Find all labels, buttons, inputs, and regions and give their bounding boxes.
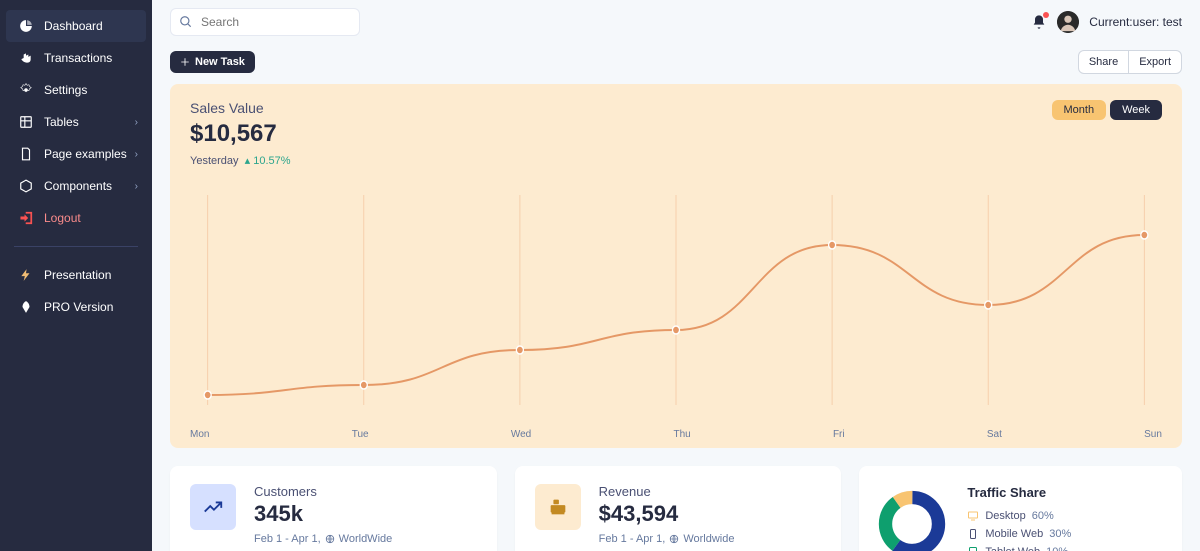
chart-area: MonTueWedThuFriSatSun	[190, 185, 1162, 440]
chart-title: Sales Value	[190, 100, 291, 116]
toggle-month[interactable]: Month	[1052, 100, 1107, 120]
chart-subtitle: Yesterday ▴ 10.57%	[190, 154, 291, 167]
sidebar-item-label: Page examples	[44, 147, 127, 161]
table-icon	[18, 114, 34, 130]
sidebar-item-logout[interactable]: Logout	[6, 202, 146, 234]
user-label: Current:user: test	[1089, 15, 1182, 29]
notifications-button[interactable]	[1031, 14, 1047, 30]
topbar: Current:user: test	[152, 0, 1200, 44]
globe-icon	[669, 534, 679, 544]
chart-x-labels: MonTueWedThuFriSatSun	[190, 429, 1162, 440]
pie-icon	[18, 18, 34, 34]
search-icon	[179, 15, 193, 29]
page-icon	[18, 146, 34, 162]
chart-change-pct: 10.57%	[253, 155, 290, 167]
revenue-label: Revenue	[599, 484, 735, 499]
toggle-week[interactable]: Week	[1110, 100, 1162, 120]
sidebar-item-dashboard[interactable]: Dashboard	[6, 10, 146, 42]
sidebar-item-label: Settings	[44, 83, 87, 97]
sidebar-item-components[interactable]: Components ›	[6, 170, 146, 202]
action-row: New Task Share Export	[152, 44, 1200, 84]
desktop-icon	[967, 510, 979, 522]
customers-card: Customers 345k Feb 1 - Apr 1, WorldWide …	[170, 466, 497, 551]
sidebar-item-settings[interactable]: Settings	[6, 74, 146, 106]
share-button[interactable]: Share	[1079, 51, 1129, 73]
sidebar: Dashboard Transactions Settings Tables ›…	[0, 0, 152, 551]
sidebar-item-label: Tables	[44, 115, 79, 129]
chart-line-icon	[190, 484, 236, 530]
cash-register-icon	[535, 484, 581, 530]
chevron-right-icon: ›	[135, 117, 138, 128]
export-button[interactable]: Export	[1129, 51, 1181, 73]
globe-icon	[325, 534, 335, 544]
chart-value: $10,567	[190, 120, 291, 148]
new-task-button[interactable]: New Task	[170, 51, 255, 73]
new-task-label: New Task	[195, 56, 245, 68]
box-icon	[18, 178, 34, 194]
sidebar-item-page-examples[interactable]: Page examples ›	[6, 138, 146, 170]
avatar[interactable]	[1057, 11, 1079, 33]
revenue-value: $43,594	[599, 501, 735, 527]
sidebar-item-label: Dashboard	[44, 19, 103, 33]
customers-label: Customers	[254, 484, 392, 499]
customers-value: 345k	[254, 501, 392, 527]
mobile-icon	[967, 528, 979, 540]
chart-change: ▴ 10.57%	[242, 155, 291, 167]
sidebar-item-label: Transactions	[44, 51, 112, 65]
traffic-row-tablet: Tablet Web 10%	[967, 546, 1071, 551]
sidebar-item-tables[interactable]: Tables ›	[6, 106, 146, 138]
sidebar-item-label: Presentation	[44, 268, 111, 282]
traffic-row-desktop: Desktop 60%	[967, 510, 1071, 522]
chevron-right-icon: ›	[135, 149, 138, 160]
sidebar-item-transactions[interactable]: Transactions	[6, 42, 146, 74]
rocket-icon	[18, 299, 34, 315]
sidebar-item-label: Components	[44, 179, 112, 193]
hand-icon	[18, 50, 34, 66]
traffic-title: Traffic Share	[967, 485, 1071, 500]
sidebar-item-presentation[interactable]: Presentation	[6, 259, 146, 291]
sidebar-item-pro[interactable]: PRO Version	[6, 291, 146, 323]
stats-row: Customers 345k Feb 1 - Apr 1, WorldWide …	[170, 466, 1182, 551]
tablet-icon	[967, 546, 979, 551]
sidebar-item-label: PRO Version	[44, 300, 113, 314]
search-input[interactable]	[170, 8, 360, 36]
bolt-icon	[18, 267, 34, 283]
chevron-right-icon: ›	[135, 181, 138, 192]
notification-dot	[1043, 12, 1049, 18]
logout-icon	[18, 210, 34, 226]
revenue-card: Revenue $43,594 Feb 1 - Apr 1, Worldwide…	[515, 466, 842, 551]
revenue-period: Feb 1 - Apr 1, Worldwide	[599, 533, 735, 545]
sales-chart-card: Sales Value $10,567 Yesterday ▴ 10.57% M…	[170, 84, 1182, 448]
traffic-row-mobile: Mobile Web 30%	[967, 528, 1071, 540]
sidebar-item-label: Logout	[44, 211, 81, 225]
chart-sub-prefix: Yesterday	[190, 155, 239, 167]
plus-icon	[180, 57, 190, 67]
export-group: Share Export	[1078, 50, 1182, 74]
traffic-card: Traffic Share Desktop 60% Mobile Web 30%…	[859, 466, 1182, 551]
customers-period: Feb 1 - Apr 1, WorldWide	[254, 533, 392, 545]
search-wrap	[170, 8, 360, 36]
donut-chart	[877, 489, 947, 551]
gear-icon	[18, 82, 34, 98]
main-content: Current:user: test New Task Share Export…	[152, 0, 1200, 551]
sidebar-divider	[14, 246, 138, 247]
